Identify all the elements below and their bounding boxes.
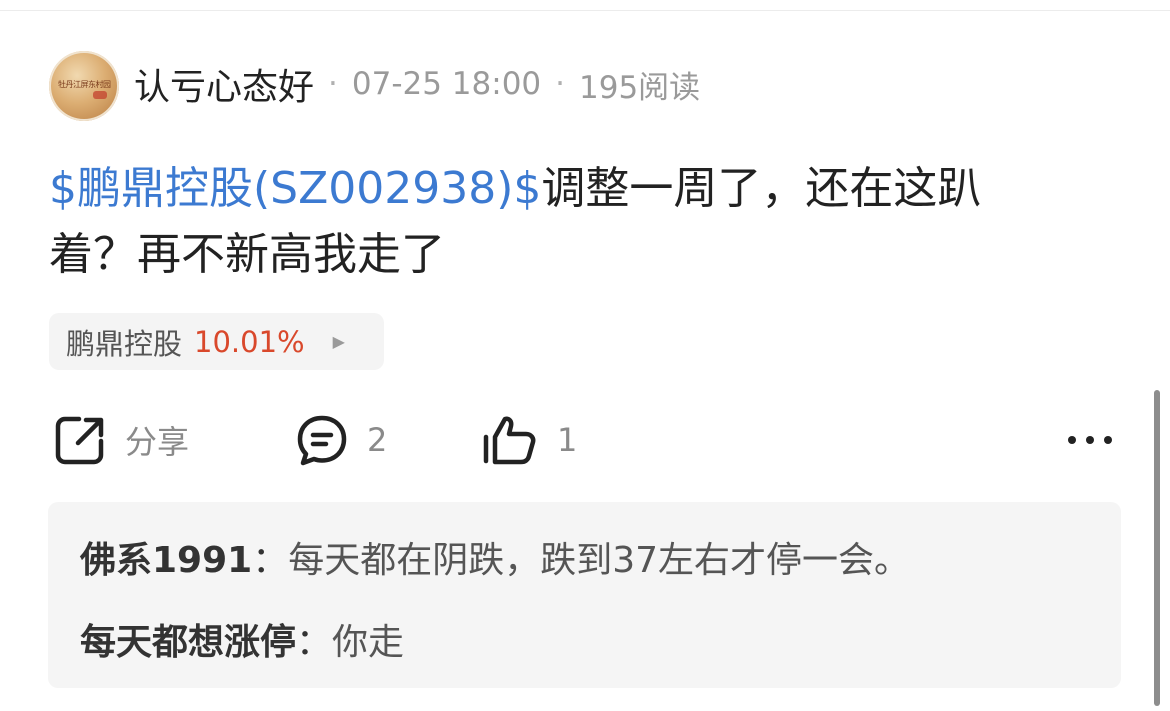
more-button[interactable] [1066,405,1114,475]
post-body: $鹏鼎控股(SZ002938)$调整一周了，还在这趴着？再不新高我走了 [49,156,1129,288]
share-label: 分享 [125,423,190,461]
comment-icon [295,413,349,467]
more-icon [1066,434,1114,446]
share-icon [53,413,107,467]
post-text-line2: 着？再不新高我走了 [49,229,445,280]
comment-count: 2 [367,421,388,459]
stock-tag-link[interactable]: $鹏鼎控股(SZ002938)$ [49,163,541,214]
comments-preview[interactable]: 佛系1991：每天都在阴跌，跌到37左右才停一会。 每天都想涨停：你走 [48,502,1121,688]
like-count: 1 [557,421,578,459]
post-date: 07-25 18:00 [351,66,542,102]
share-button[interactable]: 分享 [53,405,189,475]
avatar-text: 牡丹江屏东村园 [58,80,111,89]
scrollbar[interactable] [1154,390,1160,706]
play-triangle-icon: ▶ [332,332,345,351]
post-text-line1: 调整一周了，还在这趴 [541,163,982,214]
avatar-stamp [93,91,107,99]
comment-button[interactable]: 2 [295,405,387,475]
comment-item[interactable]: 佛系1991：每天都在阴跌，跌到37左右才停一会。 [80,531,910,583]
author-name[interactable]: 认亏心态好 [134,58,314,110]
stock-chip-change: 10.01% [194,324,305,359]
post-header: 认亏心态好 · 07-25 18:00 · 195阅读 [134,62,701,108]
comment-author[interactable]: 每天都想涨停 [80,622,296,663]
comment-text: 你走 [332,622,405,663]
comment-item[interactable]: 每天都想涨停：你走 [80,613,404,665]
like-button[interactable]: 1 [481,405,577,475]
stock-chip-name: 鹏鼎控股 [66,326,183,361]
comment-colon: ： [252,540,289,581]
comment-author[interactable]: 佛系1991 [80,540,252,581]
comment-text: 每天都在阴跌，跌到37左右才停一会。 [288,540,911,581]
meta-separator: · [328,66,338,102]
stock-chip[interactable]: 鹏鼎控股 10.01% ▶ [49,313,384,370]
comment-colon: ： [296,622,333,663]
read-count: 195阅读 [579,69,701,106]
thumbs-up-icon [481,413,539,467]
avatar[interactable]: 牡丹江屏东村园 [49,51,119,121]
meta-separator: · [555,66,566,102]
top-divider [0,10,1170,11]
